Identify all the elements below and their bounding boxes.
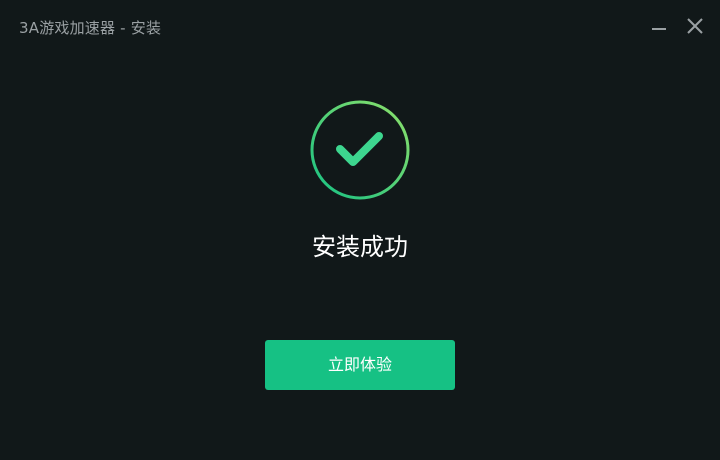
minimize-button[interactable] xyxy=(647,14,671,38)
experience-now-button[interactable]: 立即体验 xyxy=(265,340,455,390)
window-title: 3A游戏加速器 - 安装 xyxy=(19,19,162,37)
installer-window: 3A游戏加速器 - 安装 安装成功 立即体验 xyxy=(0,0,720,460)
title-bar[interactable]: 3A游戏加速器 - 安装 xyxy=(0,0,720,52)
close-button[interactable] xyxy=(683,14,707,38)
check-circle-icon xyxy=(310,100,410,200)
close-icon xyxy=(687,18,703,34)
minimize-icon xyxy=(652,28,666,30)
success-indicator xyxy=(309,99,411,201)
install-success-message: 安装成功 xyxy=(312,233,408,261)
